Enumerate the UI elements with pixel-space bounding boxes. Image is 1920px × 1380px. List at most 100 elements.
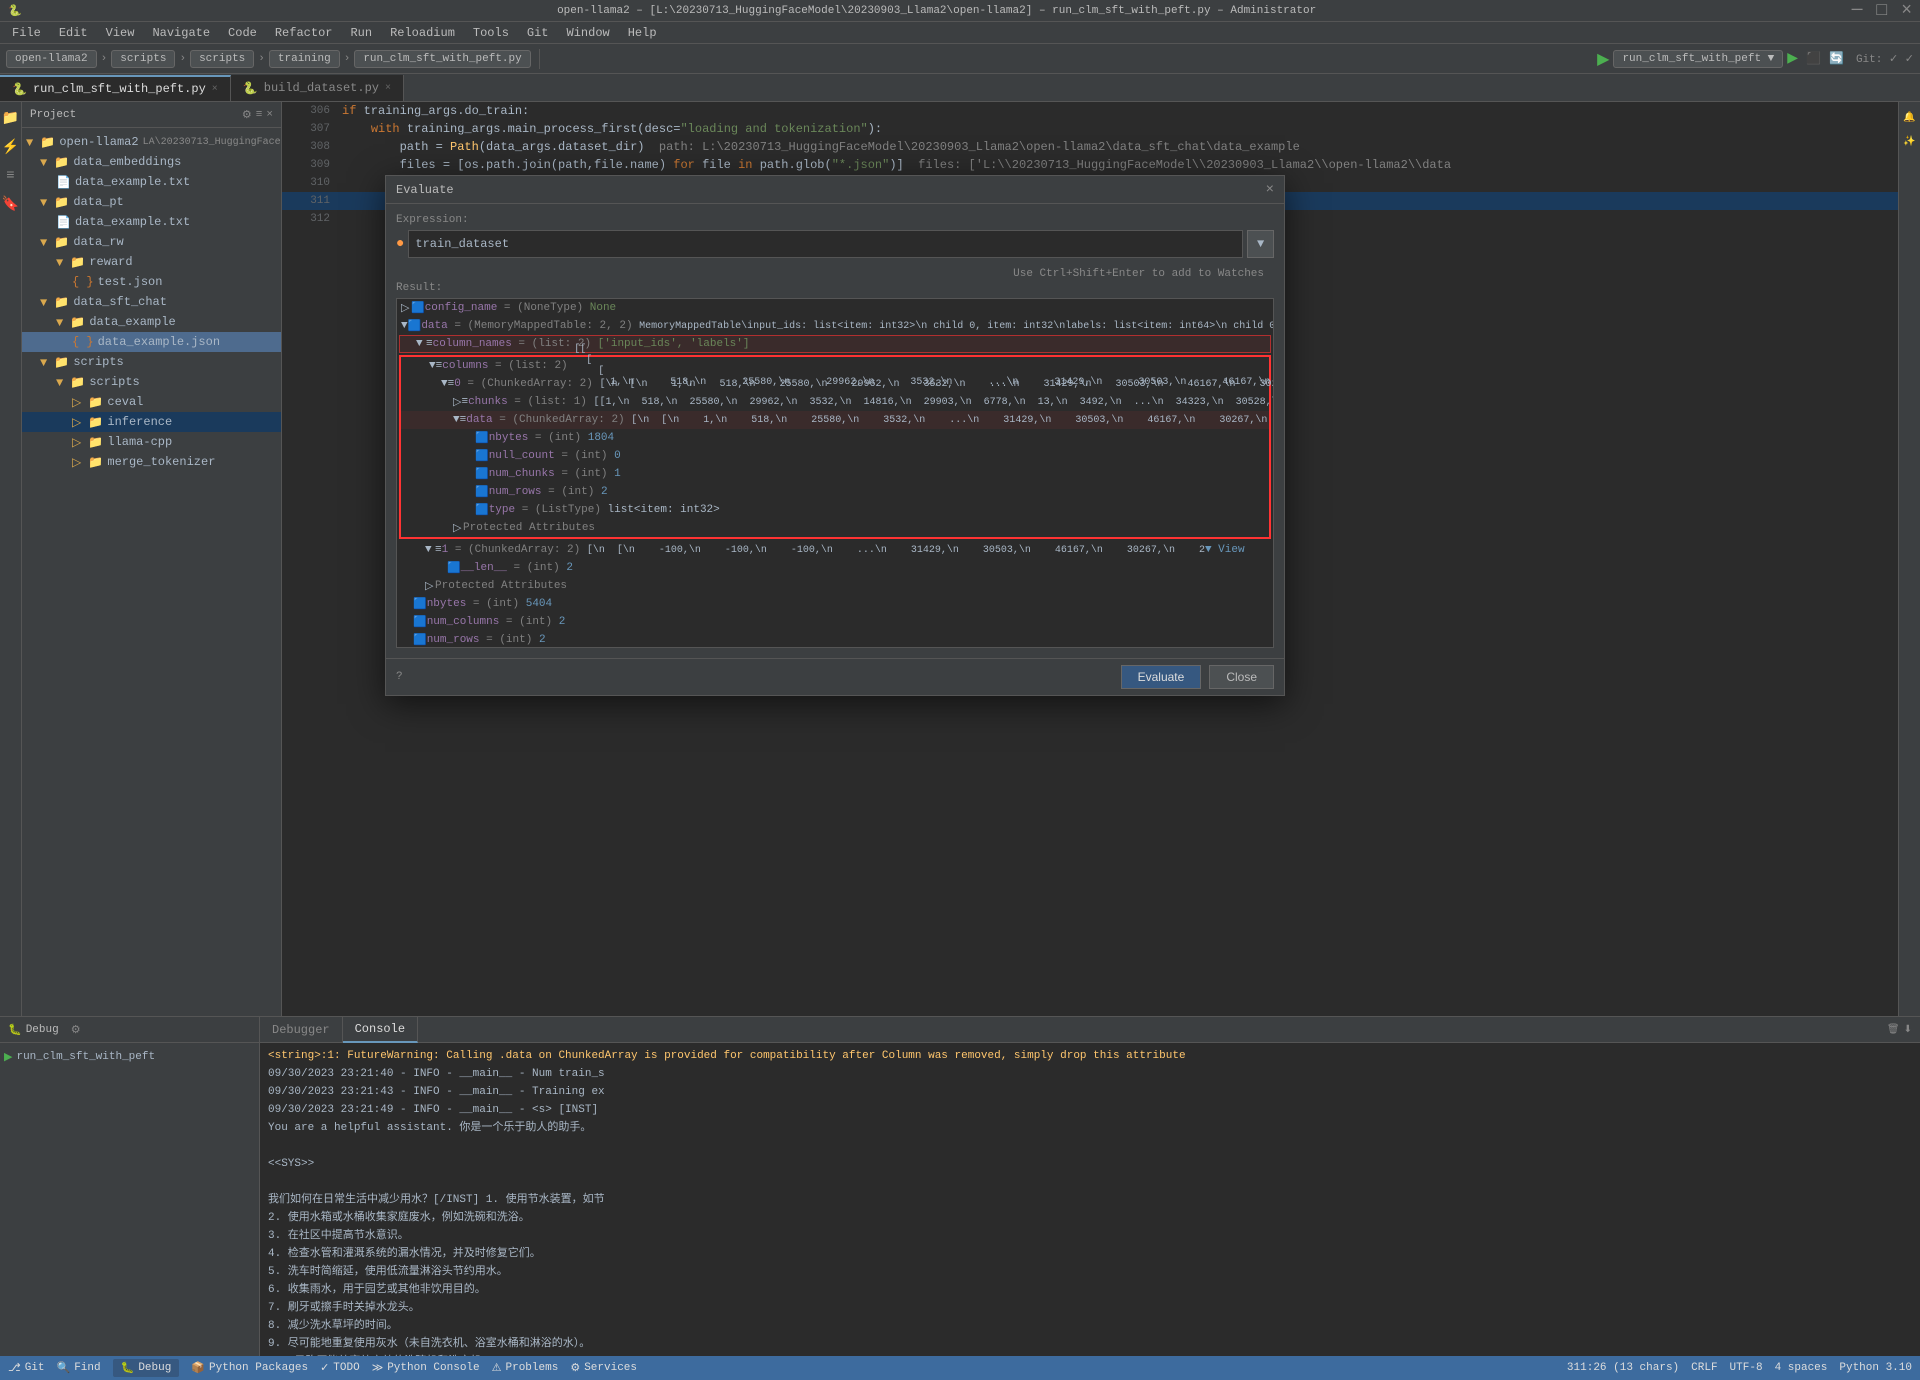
result-row-config[interactable]: ▷ 🟦 config_name = (NoneType) None — [397, 299, 1273, 317]
result-row-protected1[interactable]: ▷ Protected Attributes — [401, 519, 1269, 537]
ai-icon[interactable]: ✨ — [1902, 134, 1918, 150]
tab-run-clm[interactable]: 🐍 run_clm_sft_with_peft.py × — [0, 75, 231, 101]
debugger-settings[interactable]: ⚙ — [71, 1023, 81, 1037]
tree-scripts2[interactable]: ▼ 📁 scripts — [22, 372, 281, 392]
tree-data-pt[interactable]: ▼ 📁 data_pt — [22, 192, 281, 212]
menu-window[interactable]: Window — [559, 24, 618, 42]
breadcrumb-scripts2[interactable]: scripts — [190, 50, 254, 68]
tab-debugger[interactable]: Debugger — [260, 1017, 343, 1043]
tree-reward[interactable]: ▼ 📁 reward — [22, 252, 281, 272]
tree-test-json[interactable]: { } test.json — [22, 272, 281, 292]
tab-console[interactable]: Console — [343, 1017, 418, 1043]
breadcrumb-scripts1[interactable]: scripts — [111, 50, 175, 68]
git-icon[interactable]: ⚡ — [2, 139, 19, 156]
tab-build-dataset[interactable]: 🐍 build_dataset.py × — [231, 75, 404, 101]
rerun-button[interactable]: 🔄 — [1829, 51, 1844, 66]
menu-help[interactable]: Help — [620, 24, 665, 42]
status-debug[interactable]: 🐛 Debug — [113, 1359, 180, 1377]
result-row-1[interactable]: ▼ ≡ 1 = (ChunkedArray: 2) [\n [\n -100,\… — [397, 541, 1273, 559]
result-row-columns[interactable]: ▼ ≡ columns = (list: 2) [[ [ [ 1,\n 518,… — [401, 357, 1269, 375]
tree-data-embeddings[interactable]: ▼ 📁 data_embeddings — [22, 152, 281, 172]
project-settings-icon[interactable]: ⚙ — [242, 108, 252, 122]
breadcrumb-file[interactable]: run_clm_sft_with_peft.py — [354, 50, 530, 68]
menu-git[interactable]: Git — [519, 24, 557, 42]
status-spaces[interactable]: 4 spaces — [1775, 1362, 1828, 1374]
status-todo[interactable]: ✓ TODO — [320, 1361, 360, 1375]
tree-data-example-txt1[interactable]: 📄 data_example.txt — [22, 172, 281, 192]
tree-data-sft-chat[interactable]: ▼ 📁 data_sft_chat — [22, 292, 281, 312]
status-utf8[interactable]: UTF-8 — [1730, 1362, 1763, 1374]
debug-icon[interactable]: 🐛 — [8, 1023, 22, 1037]
menu-reloadium[interactable]: Reloadium — [382, 24, 463, 42]
notifications-icon[interactable]: 🔔 — [1902, 110, 1918, 126]
project-collapse-icon[interactable]: ≡ — [256, 109, 263, 121]
evaluate-button[interactable]: Evaluate — [1121, 665, 1202, 689]
minimize-button[interactable]: ─ — [1852, 2, 1863, 20]
project-icon[interactable]: 📁 — [2, 110, 19, 127]
menu-run[interactable]: Run — [342, 24, 380, 42]
expression-input[interactable]: train_dataset — [408, 230, 1243, 258]
result-row-data-sub[interactable]: ▼ ≡ data = (ChunkedArray: 2) [\n [\n 1,\… — [401, 411, 1269, 429]
status-python-console[interactable]: ≫ Python Console — [372, 1361, 480, 1375]
debug-run-button[interactable]: ▶ — [1787, 50, 1798, 67]
result-row-num-chunks[interactable]: 🟦 num_chunks = (int) 1 — [401, 465, 1269, 483]
status-find[interactable]: 🔍 Find — [57, 1361, 101, 1375]
tab-build-dataset-close[interactable]: × — [385, 83, 391, 94]
help-icon[interactable]: ? — [396, 665, 403, 689]
tree-data-rw[interactable]: ▼ 📁 data_rw — [22, 232, 281, 252]
bookmark-icon[interactable]: 🔖 — [2, 196, 19, 213]
result-row-data[interactable]: ▼ 🟦 data = (MemoryMappedTable: 2, 2) Mem… — [397, 317, 1273, 335]
status-problems[interactable]: ⚠ Problems — [492, 1361, 559, 1375]
window-controls[interactable]: ─ □ × — [1852, 2, 1912, 20]
tree-merge-tokenizer[interactable]: ▷ 📁 merge_tokenizer — [22, 452, 281, 472]
expression-dropdown[interactable]: ▼ — [1247, 230, 1274, 258]
tree-data-example-json[interactable]: { } data_example.json — [22, 332, 281, 352]
result-row-chunks[interactable]: ▷ ≡ chunks = (list: 1) [[1,\n 518,\n 255… — [401, 393, 1269, 411]
menu-view[interactable]: View — [98, 24, 143, 42]
menu-code[interactable]: Code — [220, 24, 265, 42]
result-row-type[interactable]: 🟦 type = (ListType) list<item: int32> — [401, 501, 1269, 519]
result-row-protected2[interactable]: ▷ Protected Attributes — [397, 577, 1273, 595]
maximize-button[interactable]: □ — [1876, 2, 1887, 20]
result-row-nbytes-top[interactable]: 🟦 nbytes = (int) 5404 — [397, 595, 1273, 613]
close-button[interactable]: × — [1901, 2, 1912, 20]
tree-root[interactable]: ▼ 📁 open-llama2 LA\20230713_HuggingFaceM… — [22, 132, 281, 152]
1-view[interactable]: ▼ View — [1205, 544, 1245, 556]
status-crlf[interactable]: CRLF — [1691, 1362, 1717, 1374]
stop-button[interactable]: ⬛ — [1806, 51, 1821, 66]
result-row-0[interactable]: ▼ ≡ 0 = (ChunkedArray: 2) [\n [\n 1,\n 5… — [401, 375, 1269, 393]
menu-tools[interactable]: Tools — [465, 24, 517, 42]
menu-refactor[interactable]: Refactor — [267, 24, 341, 42]
result-row-null-count[interactable]: 🟦 null_count = (int) 0 — [401, 447, 1269, 465]
result-row-num-rows[interactable]: 🟦 num_rows = (int) 2 — [397, 631, 1273, 648]
menu-navigate[interactable]: Navigate — [144, 24, 218, 42]
result-tree[interactable]: ▷ 🟦 config_name = (NoneType) None ▼ 🟦 da… — [396, 298, 1274, 648]
console-clear[interactable]: 🗑 — [1887, 1024, 1900, 1036]
tree-inference[interactable]: ▷ 📁 inference — [22, 412, 281, 432]
breadcrumb-training[interactable]: training — [269, 50, 340, 68]
tree-ceval[interactable]: ▷ 📁 ceval — [22, 392, 281, 412]
status-services[interactable]: ⚙ Services — [570, 1361, 637, 1375]
tree-data-example-folder[interactable]: ▼ 📁 data_example — [22, 312, 281, 332]
run-config-label[interactable]: run_clm_sft_with_peft ▼ — [1613, 50, 1783, 68]
debugger-run-item[interactable]: ▶ run_clm_sft_with_peft — [0, 1047, 259, 1067]
tree-data-example-txt2[interactable]: 📄 data_example.txt — [22, 212, 281, 232]
status-python-packages[interactable]: 📦 Python Packages — [191, 1361, 308, 1375]
result-row-num-columns[interactable]: 🟦 num_columns = (int) 2 — [397, 613, 1273, 631]
close-button[interactable]: Close — [1209, 665, 1274, 689]
tab-run-clm-close[interactable]: × — [212, 84, 218, 95]
result-row-len[interactable]: 🟦 __len__ = (int) 2 — [397, 559, 1273, 577]
result-row-num-rows-sub[interactable]: 🟦 num_rows = (int) 2 — [401, 483, 1269, 501]
tree-llama-cpp[interactable]: ▷ 📁 llama-cpp — [22, 432, 281, 452]
structure-icon[interactable]: ≡ — [6, 168, 14, 184]
run-button[interactable]: ▶ — [1597, 49, 1609, 69]
result-row-nbytes[interactable]: 🟦 nbytes = (int) 1804 — [401, 429, 1269, 447]
project-close-icon[interactable]: × — [266, 109, 273, 121]
status-git[interactable]: ⎇ Git — [8, 1361, 45, 1375]
console-scroll-end[interactable]: ⬇ — [1904, 1024, 1912, 1036]
tree-scripts[interactable]: ▼ 📁 scripts — [22, 352, 281, 372]
evaluate-close-icon[interactable]: × — [1266, 182, 1274, 198]
menu-edit[interactable]: Edit — [51, 24, 96, 42]
console-output[interactable]: <string>:1: FutureWarning: Calling .data… — [260, 1043, 1920, 1356]
menu-file[interactable]: File — [4, 24, 49, 42]
